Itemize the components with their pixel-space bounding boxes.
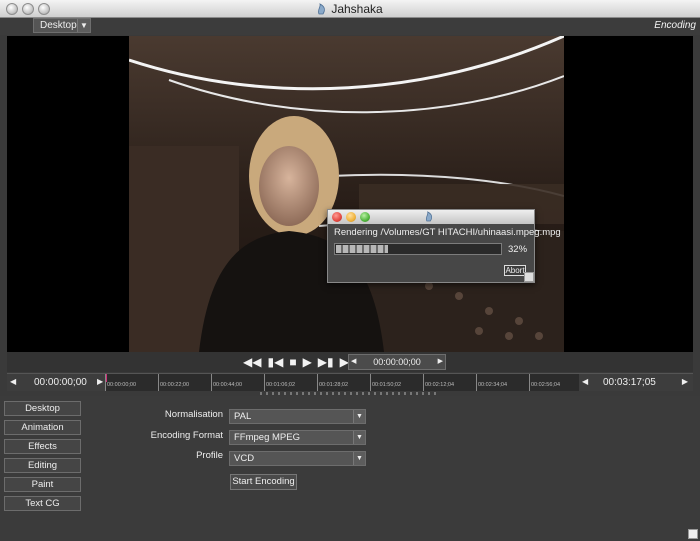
sidebar-item-paint[interactable]: Paint: [4, 477, 81, 492]
window-resize-grip[interactable]: [688, 529, 698, 539]
title-bar: Jahshaka: [0, 0, 700, 18]
mode-label: Encoding: [654, 20, 696, 31]
timeline-end-timecode: 00:03:17;05: [603, 377, 656, 388]
timeline-tick-label: 00:01:50;02: [372, 382, 402, 388]
transport-controls: ◀◀ ▮◀ ■ ▶ ▶▮ ▶▶ ◀ 00:00:00;00 ▶: [7, 352, 693, 372]
render-progress-fill: [336, 245, 389, 253]
chevron-down-icon: ▼: [353, 452, 365, 465]
sidebar-item-desktop[interactable]: Desktop: [4, 401, 81, 416]
timeline-tick: 00:01:06;02: [264, 374, 295, 391]
timeline-tick: 00:00:00;00: [105, 374, 136, 391]
timeline-start-box: ◀ 00:00:00;00 ▶: [7, 374, 105, 391]
normalisation-select[interactable]: PAL ▼: [229, 409, 366, 424]
rewind-icon[interactable]: ◀◀: [243, 355, 261, 369]
sidebar-item-text-cg[interactable]: Text CG: [4, 496, 81, 511]
timeline-tick-label: 00:00:00;00: [107, 382, 137, 388]
timeline-tick: 00:00:44;00: [211, 374, 242, 391]
jahshaka-logo-icon: [425, 211, 433, 222]
video-viewer[interactable]: [7, 36, 693, 352]
panel-splitter[interactable]: [260, 392, 440, 395]
timeline-tick: 00:02:34;04: [476, 374, 507, 391]
dialog-close-button[interactable]: [332, 212, 342, 222]
render-progress-bar: [334, 243, 502, 255]
chevron-right-icon[interactable]: ▶: [682, 377, 688, 386]
chevron-right-icon[interactable]: ▶: [97, 377, 103, 386]
window-title: Jahshaka: [331, 2, 383, 16]
timeline: ◀ 00:00:00;00 ▶ 00:00:00;00 00:00:22;00 00…: [7, 373, 693, 391]
chevron-down-icon: ▼: [353, 410, 365, 423]
timeline-tick-label: 00:01:06;02: [266, 382, 296, 388]
chevron-down-icon: ▼: [353, 431, 365, 444]
timeline-tick: 00:00:22;00: [158, 374, 189, 391]
timeline-tick-label: 00:01:28;02: [319, 382, 349, 388]
chevron-down-icon: ▼: [77, 19, 90, 32]
render-path-text: Rendering /Volumes/GT HITACHI/uhinaasi.m…: [334, 227, 561, 238]
timeline-tick: 00:01:28;02: [317, 374, 348, 391]
profile-select[interactable]: VCD ▼: [229, 451, 366, 466]
stop-icon[interactable]: ■: [289, 355, 296, 369]
timeline-track[interactable]: 00:00:00;00 00:00:22;00 00:00:44;00 00:01:0…: [105, 374, 579, 391]
dialog-minimize-button[interactable]: [346, 212, 356, 222]
step-forward-icon[interactable]: ▶▮: [318, 355, 334, 369]
timeline-tick-label: 00:00:44;00: [213, 382, 243, 388]
video-frame: [129, 36, 564, 352]
timeline-tick-label: 00:00:22;00: [160, 382, 190, 388]
dialog-title-bar: [328, 210, 534, 224]
encoding-format-label: Encoding Format: [150, 430, 223, 441]
timeline-tick: 00:01:50;02: [370, 374, 401, 391]
timeline-tick: 00:02:12;04: [423, 374, 454, 391]
chevron-left-icon[interactable]: ◀: [582, 377, 588, 386]
timeline-tick-label: 00:02:12;04: [425, 382, 455, 388]
chevron-right-icon[interactable]: ▶: [438, 355, 443, 369]
render-progress-dialog: Rendering /Volumes/GT HITACHI/uhinaasi.m…: [327, 209, 561, 283]
timeline-tick-label: 00:02:34;04: [478, 382, 508, 388]
timeline-tick-label: 00:02:56;04: [531, 382, 561, 388]
module-panel: Desktop Animation Effects Editing Paint …: [0, 396, 700, 541]
top-toolbar: Desktop ▼ Encoding: [0, 18, 700, 35]
video-frame-image: [129, 36, 564, 352]
timeline-end-box: ◀ 00:03:17;05 ▶: [579, 374, 693, 391]
current-timecode-field[interactable]: ◀ 00:00:00;00 ▶: [348, 354, 446, 370]
jahshaka-logo-icon: [318, 3, 326, 15]
start-encoding-button[interactable]: Start Encoding: [230, 474, 297, 490]
timeline-start-timecode: 00:00:00;00: [34, 377, 87, 388]
encoding-format-select[interactable]: FFmpeg MPEG ▼: [229, 430, 366, 445]
timeline-tick: 00:02:56;04: [529, 374, 560, 391]
abort-button[interactable]: Abort: [504, 265, 526, 276]
render-progress-percent: 32%: [508, 244, 528, 255]
profile-label: Profile: [196, 450, 223, 461]
desktop-select[interactable]: Desktop ▼: [33, 18, 91, 33]
sidebar-item-animation[interactable]: Animation: [4, 420, 81, 435]
chevron-left-icon[interactable]: ◀: [351, 355, 356, 369]
dialog-resize-grip[interactable]: [524, 272, 534, 282]
chevron-left-icon[interactable]: ◀: [10, 377, 16, 386]
play-icon[interactable]: ▶: [303, 355, 312, 369]
step-back-icon[interactable]: ▮◀: [267, 355, 283, 369]
dialog-zoom-button[interactable]: [360, 212, 370, 222]
sidebar-item-effects[interactable]: Effects: [4, 439, 81, 454]
sidebar-item-editing[interactable]: Editing: [4, 458, 81, 473]
normalisation-label: Normalisation: [164, 409, 223, 420]
